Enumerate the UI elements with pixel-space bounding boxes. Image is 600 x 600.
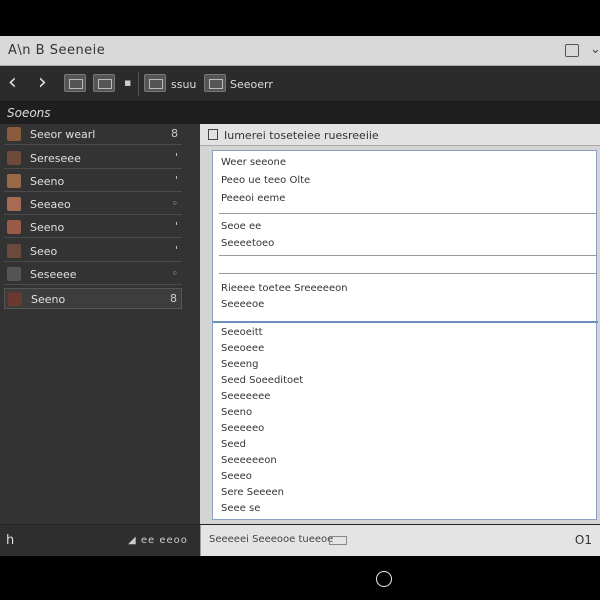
divider — [213, 321, 598, 323]
sidebar-item[interactable]: Seseeee ◦ — [4, 264, 182, 285]
toolbar: ‹ › ▪ ssuu Seeoerr — [0, 66, 600, 102]
section-line: Peeeoi eeme — [221, 193, 286, 204]
sidebar-header-label: Soeons — [7, 106, 51, 120]
section-line: Rieeee toetee Sreeeeeon — [221, 283, 348, 294]
window-title: A\n B Seeneie — [8, 43, 106, 58]
divider — [219, 273, 597, 274]
sidebar-item[interactable]: Seeno ' — [4, 217, 182, 238]
sidebar-item-label: Seeor wearl — [30, 128, 96, 141]
sidebar-item-label: Seeno — [30, 175, 65, 188]
sidebar: Seeor wearl 8 Sereseee ' Seeno ' Seeaeo … — [0, 124, 200, 524]
section-line: Peeo ue teeo Olte — [221, 175, 311, 186]
item-thumbnail — [7, 220, 21, 234]
status-bar: h ◢ ee eeoo Seeeeei Seeeooe tueeoe O1 — [0, 524, 600, 556]
status-chip — [329, 536, 347, 545]
item-indicator: ◦ — [171, 197, 179, 210]
app-window: A\n B Seeneie ⌄ ‹ › ▪ ssuu Seeoerr Soeon… — [0, 36, 600, 556]
section-line: Seoe ee — [221, 221, 262, 232]
sidebar-item[interactable]: Seeno ' — [4, 171, 182, 192]
item-thumbnail — [7, 244, 21, 258]
item-indicator: 8 — [170, 292, 177, 305]
content-card: Weer seeone Peeo ue teeo Olte Peeeoi eem… — [212, 150, 598, 520]
list-item[interactable]: Seeeeeee — [221, 391, 270, 402]
status-text: Seeeeei Seeeooe tueeoe — [209, 534, 334, 545]
divider — [219, 213, 597, 214]
item-thumbnail — [7, 174, 21, 188]
toolbar-label-2[interactable]: Seeoerr — [230, 78, 273, 91]
list-item[interactable]: Seeeng — [221, 359, 259, 370]
sidebar-item-label: Seeno — [31, 293, 66, 306]
list-item[interactable]: Seeeeeo — [221, 423, 264, 434]
toolbar-divider — [138, 72, 139, 96]
item-thumbnail — [7, 267, 21, 281]
sidebar-item[interactable]: Seeor wearl 8 — [4, 124, 182, 145]
list-item[interactable]: Seed Soeeditoet — [221, 375, 303, 386]
status-left-icon[interactable]: h — [6, 533, 14, 548]
sidebar-item-label: Sereseee — [30, 152, 81, 165]
status-right: Seeeeei Seeeooe tueeoe O1 — [200, 525, 600, 556]
section-line: Seeeetoeo — [221, 238, 275, 249]
toolbar-label-1[interactable]: ssuu — [171, 78, 196, 91]
forward-icon[interactable]: › — [38, 70, 47, 96]
list-item[interactable]: Sere Seeeen — [221, 487, 284, 498]
dropdown-icon[interactable]: ▪ — [124, 76, 131, 89]
save-button[interactable] — [144, 74, 166, 92]
sidebar-item[interactable]: Sereseee ' — [4, 148, 182, 169]
list-item[interactable]: Seeno — [221, 407, 252, 418]
panel-title: Iumerei toseteiee ruesreeiie — [224, 129, 379, 142]
zoom-control[interactable]: ◢ ee eeoo — [128, 535, 188, 546]
sidebar-item-label: Seeaeo — [30, 198, 71, 211]
list-item[interactable]: Seeeeeeon — [221, 455, 277, 466]
sidebar-item[interactable]: Seeno 8 — [4, 288, 182, 309]
home-button[interactable] — [376, 571, 392, 587]
document-icon — [208, 129, 218, 140]
view-list-button[interactable] — [64, 74, 86, 92]
sidebar-item-label: Seseeee — [30, 268, 77, 281]
item-indicator: ' — [174, 151, 178, 164]
main-panel: Iumerei toseteiee ruesreeiie Weer seeone… — [200, 124, 600, 524]
list-item[interactable]: Seeoeitt — [221, 327, 263, 338]
item-indicator: ◦ — [171, 267, 179, 280]
options-button[interactable] — [204, 74, 226, 92]
list-item[interactable]: Seeoeee — [221, 343, 264, 354]
divider — [219, 255, 597, 256]
title-bar: A\n B Seeneie ⌄ — [0, 36, 600, 66]
sidebar-header: Soeons — [0, 102, 600, 124]
sidebar-item-label: Seeo — [30, 245, 58, 258]
item-indicator: ' — [174, 174, 178, 187]
back-icon[interactable]: ‹ — [8, 70, 17, 96]
panel-header: Iumerei toseteiee ruesreeiie — [200, 124, 600, 146]
section-line: Seeeeoe — [221, 299, 265, 310]
sidebar-item-label: Seeno — [30, 221, 65, 234]
item-thumbnail — [7, 127, 21, 141]
item-indicator: 8 — [171, 127, 178, 140]
view-grid-button[interactable] — [93, 74, 115, 92]
list-item[interactable]: Seed — [221, 439, 246, 450]
chevron-down-icon[interactable]: ⌄ — [590, 42, 600, 57]
list-item[interactable]: Seee se — [221, 503, 260, 514]
item-thumbnail — [7, 151, 21, 165]
list-item[interactable]: Seeeo — [221, 471, 252, 482]
section-heading: Weer seeone — [221, 157, 287, 168]
item-thumbnail — [7, 197, 21, 211]
window-menu-icon[interactable] — [565, 44, 579, 57]
sidebar-item[interactable]: Seeaeo ◦ — [4, 194, 182, 215]
item-indicator: ' — [174, 244, 178, 257]
sidebar-item[interactable]: Seeo ' — [4, 241, 182, 262]
item-thumbnail — [8, 292, 22, 306]
status-count: O1 — [574, 533, 592, 547]
item-indicator: ' — [174, 220, 178, 233]
